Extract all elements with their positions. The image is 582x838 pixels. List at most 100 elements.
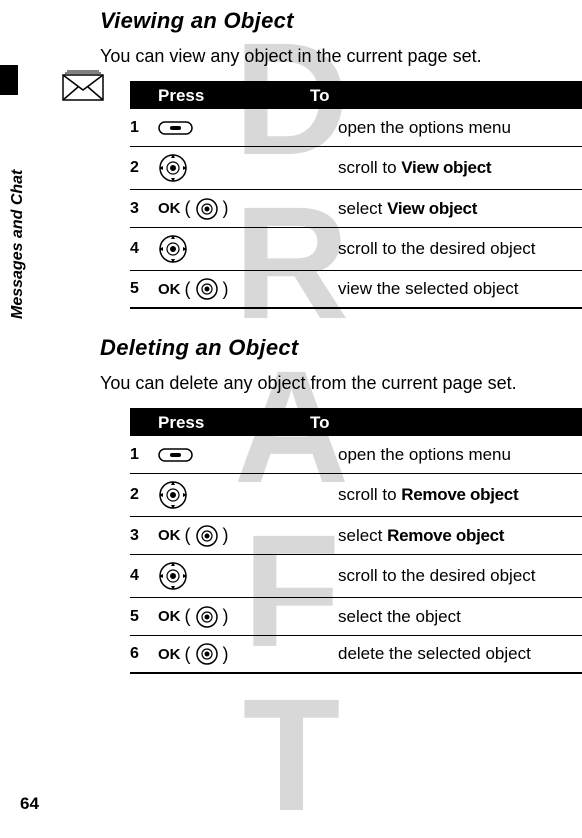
table-row: 2 scroll to Remove object <box>130 474 582 517</box>
step-press <box>158 234 338 264</box>
step-description: delete the selected object <box>338 644 531 663</box>
ok-label: OK <box>158 646 181 663</box>
side-marker <box>0 65 18 95</box>
table-row: 1 open the options menu <box>130 436 582 474</box>
step-to: scroll to View object <box>338 158 582 178</box>
step-number: 6 <box>130 645 158 663</box>
paren-open: ( <box>185 525 191 546</box>
step-description: open the options menu <box>338 445 511 464</box>
step-description: open the options menu <box>338 118 511 137</box>
step-number: 4 <box>130 567 158 585</box>
nav-wheel-icon <box>158 234 188 264</box>
ui-term: View object <box>401 158 491 177</box>
step-number: 5 <box>130 280 158 298</box>
step-number: 3 <box>130 200 158 218</box>
ok-label: OK <box>158 200 181 217</box>
step-number: 2 <box>130 486 158 504</box>
table-header: Press To <box>130 81 582 109</box>
center-button-icon <box>195 197 219 221</box>
ok-label: OK <box>158 281 181 298</box>
paren-close: ) <box>223 279 229 300</box>
table-row: 5OK ( )view the selected object <box>130 271 582 309</box>
table-row: 4 scroll to the desired object <box>130 555 582 598</box>
col-header-press: Press <box>130 413 310 433</box>
table-viewing: Press To 1 open the options menu 2 scroll t… <box>130 81 582 309</box>
step-description: select the object <box>338 607 461 626</box>
col-header-press: Press <box>130 86 310 106</box>
nav-wheel-icon <box>158 480 188 510</box>
page-number: 64 <box>20 794 39 814</box>
paren-close: ) <box>223 606 229 627</box>
section-intro-viewing: You can view any object in the current p… <box>100 46 582 67</box>
ui-term: Remove object <box>387 526 504 545</box>
table-row: 1 open the options menu <box>130 109 582 147</box>
section-heading-viewing: Viewing an Object <box>100 8 582 34</box>
step-press <box>158 153 338 183</box>
step-number: 5 <box>130 608 158 626</box>
step-number: 1 <box>130 119 158 137</box>
col-header-to: To <box>310 413 582 433</box>
step-number: 2 <box>130 159 158 177</box>
table-row: 5OK ( )select the object <box>130 598 582 636</box>
step-number: 4 <box>130 240 158 258</box>
ui-term: View object <box>387 199 477 218</box>
step-to: select the object <box>338 607 582 627</box>
step-number: 1 <box>130 446 158 464</box>
sidebar <box>18 65 113 110</box>
table-row: 3OK ( )select View object <box>130 190 582 228</box>
paren-close: ) <box>223 525 229 546</box>
step-press <box>158 446 338 464</box>
center-button-icon <box>195 524 219 548</box>
ok-label: OK <box>158 527 181 544</box>
step-to: delete the selected object <box>338 644 582 664</box>
paren-open: ( <box>185 279 191 300</box>
section-heading-deleting: Deleting an Object <box>100 335 582 361</box>
step-to: scroll to the desired object <box>338 239 582 259</box>
nav-wheel-icon <box>158 561 188 591</box>
step-to: open the options menu <box>338 118 582 138</box>
step-description: scroll to <box>338 485 401 504</box>
step-to: view the selected object <box>338 279 582 299</box>
step-description: select <box>338 526 387 545</box>
step-number: 3 <box>130 527 158 545</box>
envelope-icon <box>58 65 108 105</box>
step-press <box>158 480 338 510</box>
paren-open: ( <box>185 606 191 627</box>
step-press <box>158 119 338 137</box>
step-press <box>158 561 338 591</box>
step-description: scroll to <box>338 158 401 177</box>
step-to: select Remove object <box>338 526 582 546</box>
step-description: select <box>338 199 387 218</box>
step-press: OK ( ) <box>158 197 338 221</box>
center-button-icon <box>195 605 219 629</box>
center-button-icon <box>195 642 219 666</box>
step-press: OK ( ) <box>158 605 338 629</box>
step-press: OK ( ) <box>158 524 338 548</box>
step-to: select View object <box>338 199 582 219</box>
step-press: OK ( ) <box>158 642 338 666</box>
section-intro-deleting: You can delete any object from the curre… <box>100 373 582 394</box>
ok-label: OK <box>158 608 181 625</box>
softkey-icon <box>158 119 193 137</box>
paren-close: ) <box>223 644 229 665</box>
main-content: Viewing an Object You can view any objec… <box>100 0 582 674</box>
step-to: open the options menu <box>338 445 582 465</box>
table-deleting: Press To 1 open the options menu 2 scroll t… <box>130 408 582 674</box>
col-header-to: To <box>310 86 582 106</box>
step-description: scroll to the desired object <box>338 566 536 585</box>
step-to: scroll to Remove object <box>338 485 582 505</box>
table-row: 2 scroll to View object <box>130 147 582 190</box>
paren-close: ) <box>223 198 229 219</box>
table-row: 4 scroll to the desired object <box>130 228 582 271</box>
table-header: Press To <box>130 408 582 436</box>
step-description: scroll to the desired object <box>338 239 536 258</box>
table-row: 3OK ( )select Remove object <box>130 517 582 555</box>
nav-wheel-icon <box>158 153 188 183</box>
softkey-icon <box>158 446 193 464</box>
step-press: OK ( ) <box>158 277 338 301</box>
table-row: 6OK ( )delete the selected object <box>130 636 582 674</box>
center-button-icon <box>195 277 219 301</box>
paren-open: ( <box>185 644 191 665</box>
step-description: view the selected object <box>338 279 519 298</box>
paren-open: ( <box>185 198 191 219</box>
